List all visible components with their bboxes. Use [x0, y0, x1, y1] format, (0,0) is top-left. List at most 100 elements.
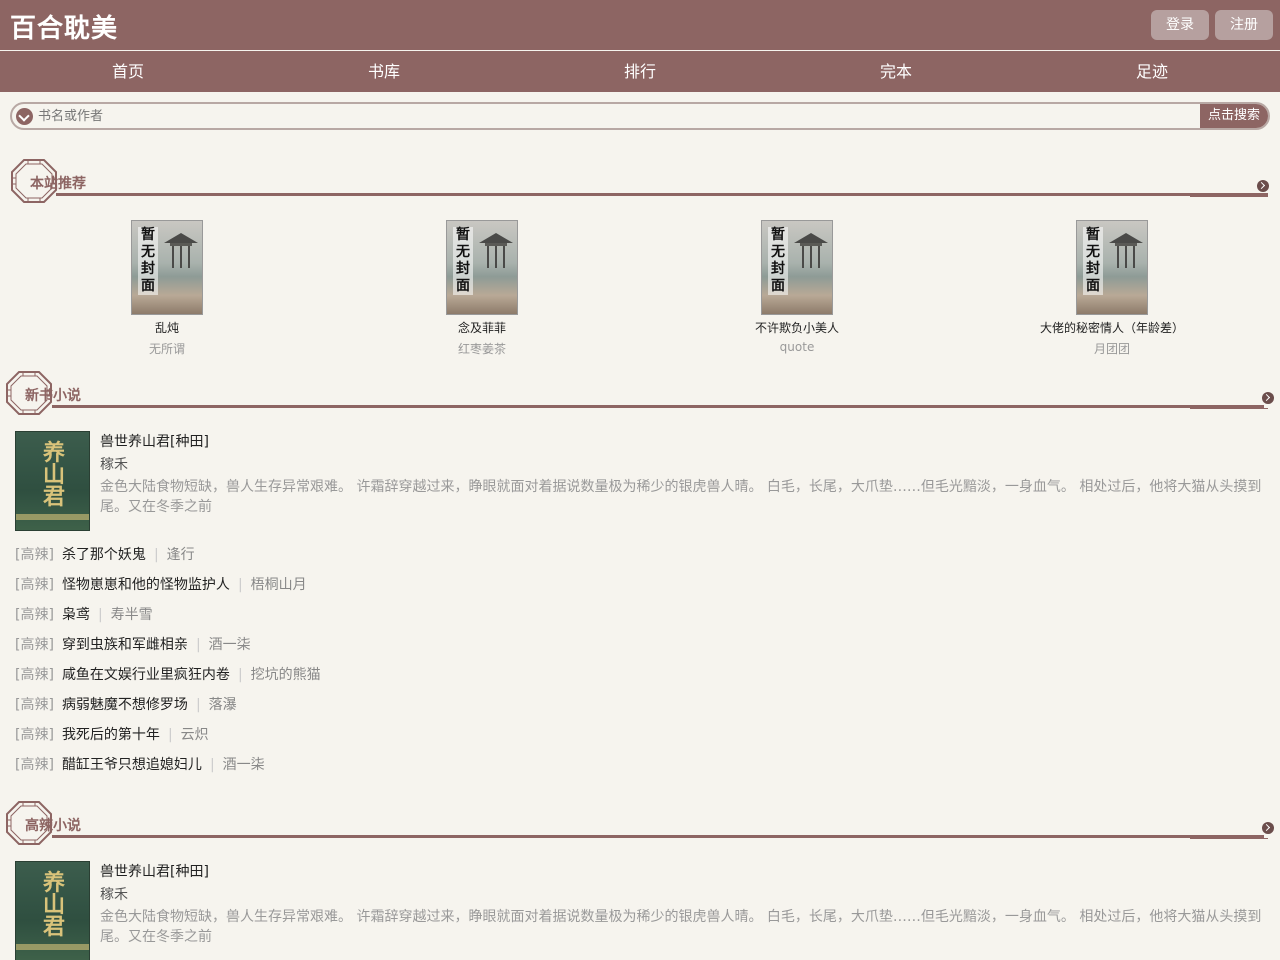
book-title[interactable]: 兽世养山君[种田]: [100, 861, 209, 881]
search-type-dropdown-icon[interactable]: [16, 108, 33, 125]
book-title[interactable]: 我死后的第十年: [62, 727, 160, 743]
book-title[interactable]: 乱炖: [47, 319, 287, 336]
list-item: [高辣] 醋缸王爷只想追媳妇儿 | 酒一柒: [15, 750, 1215, 780]
nav-home[interactable]: 首页: [0, 51, 256, 92]
separator: |: [195, 697, 201, 713]
list-item: [高辣] 枭鸢 | 寿半雪: [15, 600, 1215, 630]
book-title[interactable]: 病弱魅魔不想修罗场: [62, 697, 188, 713]
book-author[interactable]: 稼禾: [100, 884, 128, 904]
featured-book[interactable]: 养山君 兽世养山君[种田] 稼禾 金色大陆食物短缺，兽人生存异常艰难。 许霜辞穿…: [15, 431, 1265, 531]
more-arrow-icon[interactable]: [1262, 392, 1274, 404]
book-author[interactable]: 逢行: [167, 547, 195, 563]
more-arrow-icon[interactable]: [1262, 822, 1274, 834]
top-bar: 百合耽美 登录 注册: [0, 0, 1280, 50]
list-item: [高辣] 穿到虫族和军雌相亲 | 酒一柒: [15, 630, 1215, 660]
section-title: 高辣小说: [25, 818, 81, 834]
no-cover-label: 暂无封面: [1083, 227, 1103, 295]
cover-decoration: [16, 514, 89, 520]
nav-ranking[interactable]: 排行: [512, 51, 768, 92]
book-author[interactable]: 云炽: [181, 727, 209, 743]
book-author[interactable]: 寿半雪: [111, 607, 153, 623]
book-author[interactable]: 红枣姜茶: [362, 340, 602, 357]
separator: |: [97, 607, 103, 623]
book-title[interactable]: 怪物崽崽和他的怪物监护人: [62, 577, 230, 593]
book-title[interactable]: 枭鸢: [62, 607, 90, 623]
book-description: 金色大陆食物短缺，兽人生存异常艰难。 许霜辞穿越过来，睁眼就面对着据说数量极为稀…: [100, 909, 1262, 945]
divider: [52, 405, 1264, 408]
book-title[interactable]: 不许欺负小美人: [677, 319, 917, 336]
cover-title: 养山君: [42, 440, 65, 510]
list-item: [高辣] 病弱魅魔不想修罗场 | 落瀑: [15, 690, 1215, 720]
section-title: 本站推荐: [30, 176, 86, 192]
book-description: 金色大陆食物短缺，兽人生存异常艰难。 许霜辞穿越过来，睁眼就面对着据说数量极为稀…: [100, 479, 1262, 515]
book-author[interactable]: 挖坑的熊猫: [251, 667, 321, 683]
section-header-recommend: 本站推荐: [0, 158, 1280, 208]
category-tag: [高辣]: [15, 727, 54, 743]
book-author[interactable]: 落瀑: [209, 697, 237, 713]
book-list: [高辣] 杀了那个妖鬼 | 逢行 [高辣] 怪物崽崽和他的怪物监护人 | 梧桐山月 [高辣]…: [15, 540, 1215, 780]
recommend-item[interactable]: 暂无封面 乱炖 无所谓: [47, 220, 287, 357]
nav-library[interactable]: 书库: [256, 51, 512, 92]
category-tag: [高辣]: [15, 547, 54, 563]
category-tag: [高辣]: [15, 577, 54, 593]
book-author[interactable]: 梧桐山月: [251, 577, 307, 593]
book-title[interactable]: 杀了那个妖鬼: [62, 547, 146, 563]
divider: [52, 835, 1264, 838]
no-cover-label: 暂无封面: [453, 227, 473, 295]
section-header-hot: 高辣小说: [0, 800, 1280, 850]
book-title[interactable]: 念及菲菲: [362, 319, 602, 336]
search-button[interactable]: 点击搜索: [1200, 104, 1268, 128]
search-input[interactable]: [36, 104, 1196, 128]
separator: |: [195, 637, 201, 653]
list-item: [高辣] 杀了那个妖鬼 | 逢行: [15, 540, 1215, 570]
nav-completed[interactable]: 完本: [768, 51, 1024, 92]
list-item: [高辣] 咸鱼在文娱行业里疯狂内卷 | 挖坑的熊猫: [15, 660, 1215, 690]
no-cover-label: 暂无封面: [768, 227, 788, 295]
divider: [1190, 838, 1268, 839]
pavilion-image: [164, 233, 198, 268]
category-tag: [高辣]: [15, 667, 54, 683]
register-button[interactable]: 注册: [1215, 10, 1273, 40]
no-cover-label: 暂无封面: [138, 227, 158, 295]
book-title[interactable]: 兽世养山君[种田]: [100, 431, 209, 451]
separator: |: [209, 757, 215, 773]
nav-history[interactable]: 足迹: [1024, 51, 1280, 92]
book-author[interactable]: 稼禾: [100, 454, 128, 474]
book-cover: 暂无封面: [1076, 220, 1148, 315]
separator: |: [237, 577, 243, 593]
book-title[interactable]: 咸鱼在文娱行业里疯狂内卷: [62, 667, 230, 683]
book-cover: 暂无封面: [446, 220, 518, 315]
category-tag: [高辣]: [15, 697, 54, 713]
book-author[interactable]: 月团团: [992, 340, 1232, 357]
book-title[interactable]: 大佬的秘密情人（年龄差）: [992, 319, 1232, 336]
book-author[interactable]: quote: [677, 340, 917, 354]
book-author[interactable]: 酒一柒: [209, 637, 251, 653]
list-item: [高辣] 我死后的第十年 | 云炽: [15, 720, 1215, 750]
more-arrow-icon[interactable]: [1257, 180, 1269, 192]
divider: [1190, 196, 1268, 197]
pavilion-image: [1109, 233, 1143, 268]
book-cover: 暂无封面: [131, 220, 203, 315]
featured-book[interactable]: 养山君 兽世养山君[种田] 稼禾 金色大陆食物短缺，兽人生存异常艰难。 许霜辞穿…: [15, 861, 1265, 960]
category-tag: [高辣]: [15, 607, 54, 623]
recommend-item[interactable]: 暂无封面 大佬的秘密情人（年龄差） 月团团: [992, 220, 1232, 357]
section-title: 新书小说: [25, 388, 81, 404]
list-item: [高辣] 怪物崽崽和他的怪物监护人 | 梧桐山月: [15, 570, 1215, 600]
recommend-item[interactable]: 暂无封面 念及菲菲 红枣姜茶: [362, 220, 602, 357]
book-cover: 养山君: [15, 861, 90, 960]
search-bar: 点击搜索: [10, 102, 1270, 130]
separator: |: [167, 727, 173, 743]
separator: |: [237, 667, 243, 683]
book-title[interactable]: 醋缸王爷只想追媳妇儿: [62, 757, 202, 773]
divider: [56, 193, 1268, 196]
main-nav: 首页 书库 排行 完本 足迹: [0, 51, 1280, 92]
book-author[interactable]: 无所谓: [47, 340, 287, 357]
book-title[interactable]: 穿到虫族和军雌相亲: [62, 637, 188, 653]
site-title[interactable]: 百合耽美: [10, 8, 118, 45]
category-tag: [高辣]: [15, 637, 54, 653]
divider: [1190, 408, 1268, 409]
recommend-item[interactable]: 暂无封面 不许欺负小美人 quote: [677, 220, 917, 354]
book-author[interactable]: 酒一柒: [223, 757, 265, 773]
login-button[interactable]: 登录: [1151, 10, 1209, 40]
section-header-newbooks: 新书小说: [0, 370, 1280, 420]
